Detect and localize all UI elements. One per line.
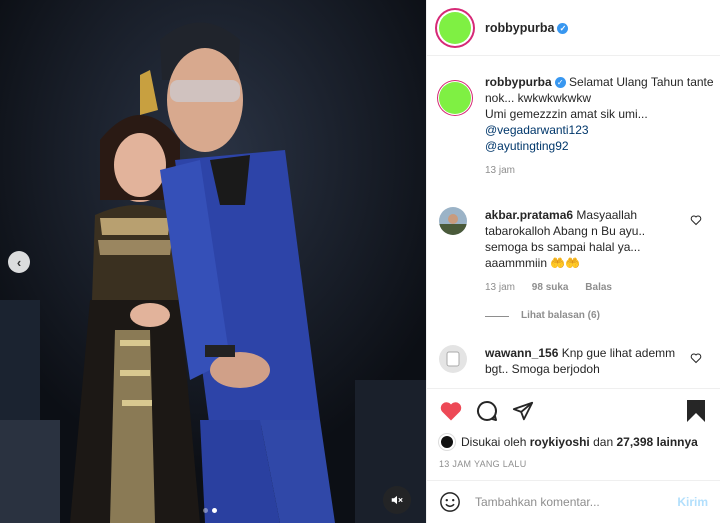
post-actions: Disukai oleh roykiyoshi dan 27,398 lainn… xyxy=(427,388,720,469)
action-icons xyxy=(427,389,720,433)
likes-prefix: Disukai oleh xyxy=(461,435,527,449)
carousel-dots xyxy=(203,508,217,513)
likes-summary[interactable]: Disukai oleh roykiyoshi dan 27,398 lainn… xyxy=(427,433,720,451)
like-button[interactable] xyxy=(439,399,463,423)
comments-list[interactable]: robbypurba ✓ Selamat Ulang Tahun tante no… xyxy=(427,57,720,388)
save-button[interactable] xyxy=(684,399,708,423)
post-comment-button[interactable]: Kirim xyxy=(677,495,708,509)
comment-time[interactable]: 13 jam xyxy=(485,282,515,293)
caption-username[interactable]: robbypurba xyxy=(485,75,552,89)
mention-link[interactable]: @ayutingting92 xyxy=(485,138,715,154)
caption-time[interactable]: 13 jam xyxy=(485,165,515,176)
heart-outline-icon[interactable] xyxy=(690,214,702,226)
verified-badge-icon: ✓ xyxy=(554,77,566,88)
speaker-muted-icon xyxy=(391,495,403,505)
verified-badge-icon: ✓ xyxy=(557,22,569,34)
caption-text: robbypurba ✓ Selamat Ulang Tahun tante no… xyxy=(485,74,715,179)
caption-meta: 13 jam xyxy=(485,163,715,179)
comment-meta: 13 jam 98 suka Balas xyxy=(485,280,685,296)
avatar-photo xyxy=(439,207,467,235)
avatar[interactable] xyxy=(439,207,467,235)
avatar-photo xyxy=(439,345,467,373)
reply-button[interactable]: Balas xyxy=(585,282,612,293)
mute-toggle-button[interactable] xyxy=(383,486,411,514)
share-button[interactable] xyxy=(511,399,535,423)
video-frame xyxy=(0,0,426,523)
post-media[interactable]: ‹ xyxy=(0,0,426,523)
post-username[interactable]: robbypurba ✓ xyxy=(485,21,569,35)
avatar[interactable] xyxy=(439,434,455,450)
comment-text: wawann_156 Knp gue lihat ademm bgt.. Smo… xyxy=(485,345,685,377)
post-timestamp[interactable]: 13 JAM YANG LALU xyxy=(427,459,720,469)
carousel-dot-active xyxy=(212,508,217,513)
avatar[interactable] xyxy=(439,345,467,373)
view-replies-button[interactable]: Lihat balasan (6) xyxy=(485,308,685,324)
divider xyxy=(485,315,509,317)
post-header: robbypurba ✓ xyxy=(427,0,720,56)
comment-input[interactable] xyxy=(475,495,678,509)
send-icon xyxy=(512,401,534,421)
likes-user[interactable]: roykiyoshi xyxy=(530,435,590,449)
avatar[interactable] xyxy=(439,11,471,44)
smiley-icon[interactable] xyxy=(439,491,461,513)
heart-outline-icon[interactable] xyxy=(690,352,702,364)
comment-text: akbar.pratama6 Masyaallah tabarokalloh A… xyxy=(485,207,685,324)
avatar[interactable] xyxy=(439,82,471,114)
carousel-dot xyxy=(203,508,208,513)
comment-emoji: 🤲🤲 xyxy=(550,256,581,270)
comment-username[interactable]: wawann_156 xyxy=(485,346,558,360)
chevron-left-icon: ‹ xyxy=(16,254,22,270)
likes-middle: dan xyxy=(593,435,614,449)
bookmark-filled-icon xyxy=(687,400,705,422)
post-side-panel: robbypurba ✓ robbypurba ✓ Selamat Ulang Ta… xyxy=(426,0,720,523)
post-username-text[interactable]: robbypurba xyxy=(485,21,554,35)
previous-media-button[interactable]: ‹ xyxy=(8,251,30,273)
caption-line2: Umi gemezzzin amat sik umi... xyxy=(485,107,648,121)
mention-link[interactable]: @vegadarwanti123 xyxy=(485,122,715,138)
heart-filled-icon xyxy=(440,402,462,421)
add-comment-bar: Kirim xyxy=(427,480,720,523)
likes-count[interactable]: 27,398 lainnya xyxy=(616,435,697,449)
comment-username[interactable]: akbar.pratama6 xyxy=(485,208,573,222)
comment-button[interactable] xyxy=(475,399,499,423)
comment-icon xyxy=(477,401,498,421)
comment-likes[interactable]: 98 suka xyxy=(532,282,569,293)
view-replies-label: Lihat balasan (6) xyxy=(521,310,600,321)
